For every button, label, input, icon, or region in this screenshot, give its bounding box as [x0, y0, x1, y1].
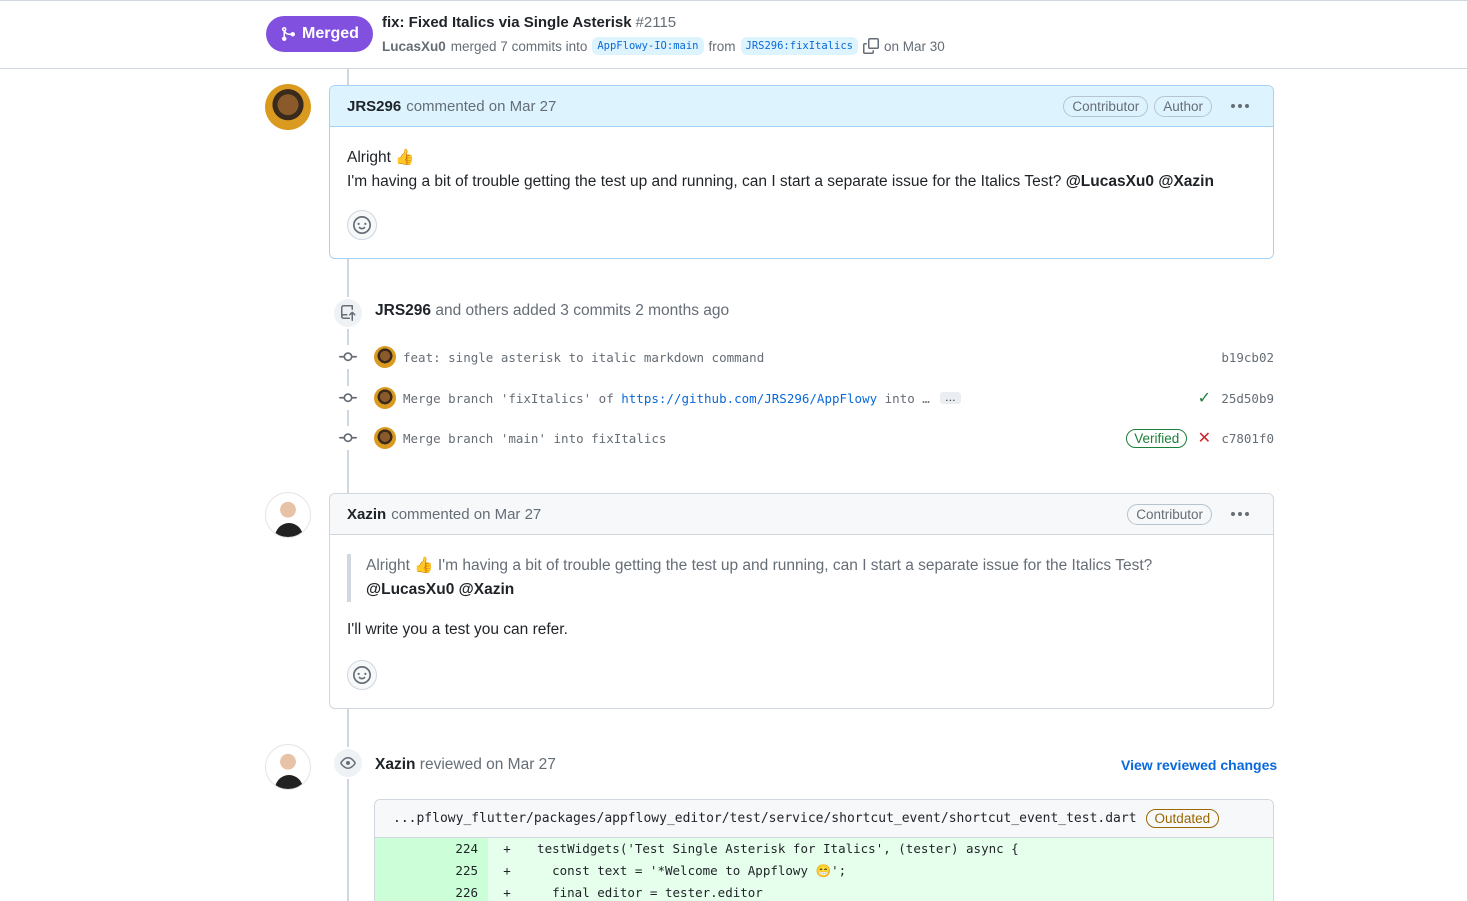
commit-sha-link[interactable]: b19cb02: [1221, 350, 1274, 365]
kebab-menu-icon[interactable]: [1224, 95, 1256, 117]
comment-xazin: Xazin commented on Mar 27 Contributor Al…: [329, 493, 1274, 709]
commit-message-link[interactable]: Merge branch 'main' into fixItalics: [403, 431, 666, 446]
avatar[interactable]: [374, 387, 396, 409]
comment-timestamp[interactable]: commented on Mar 27: [391, 506, 541, 523]
comment-jrs296: JRS296 commented on Mar 27 Contributor A…: [329, 85, 1274, 259]
review-diff: ...pflowy_flutter/packages/appflowy_edit…: [374, 799, 1274, 901]
avatar[interactable]: [374, 346, 396, 368]
commit-url-link[interactable]: https://github.com/JRS296/AppFlowy: [621, 391, 877, 406]
diff-code: const text = '*Welcome to Appflowy 😁';: [522, 863, 847, 878]
pr-title-text: fix: Fixed Italics via Single Asterisk: [382, 14, 632, 31]
review-event-badge: [332, 747, 364, 779]
thumbs-up-emoji: 👍: [395, 149, 415, 166]
comment-body: Alright 👍 I'm having a bit of trouble ge…: [330, 127, 1273, 194]
avatar[interactable]: [374, 427, 396, 449]
git-commit-icon: [336, 345, 360, 369]
commit-message-prefix[interactable]: Merge branch 'fixItalics' of: [403, 391, 621, 406]
merge-date: on Mar 30: [883, 38, 945, 54]
diff-sign: +: [503, 841, 511, 856]
head-branch-link[interactable]: JRS296:fixItalics: [740, 37, 858, 55]
comment-timestamp[interactable]: commented on Mar 27: [406, 98, 556, 115]
smiley-icon: [353, 666, 371, 684]
diff-file-path[interactable]: ...pflowy_flutter/packages/appflowy_edit…: [393, 811, 1137, 826]
commit-message-link[interactable]: feat: single asterisk to italic markdown…: [403, 350, 764, 365]
add-reaction-button[interactable]: [347, 660, 377, 690]
repo-push-icon: [341, 305, 356, 321]
merged-text: merged 7 commits into: [450, 38, 588, 54]
diff-file-header: ...pflowy_flutter/packages/appflowy_edit…: [375, 800, 1273, 838]
pr-sticky-header: Merged fix: Fixed Italics via Single Ast…: [0, 0, 1467, 69]
commit-row: feat: single asterisk to italic markdown…: [336, 342, 1274, 372]
comment-author-link[interactable]: JRS296: [347, 98, 401, 115]
diff-sign: +: [503, 863, 511, 878]
pr-merge-summary: LucasXu0 merged 7 commits into AppFlowy-…: [382, 37, 945, 55]
diff-line: 226 + final editor = tester.editor: [375, 882, 1273, 901]
diff-line: 225 + const text = '*Welcome to Appflowy…: [375, 860, 1273, 882]
commit-row: Merge branch 'main' into fixItalics Veri…: [336, 423, 1274, 453]
commits-summary: JRS296 and others added 3 commits 2 mont…: [375, 302, 729, 320]
diff-code: final editor = tester.editor: [522, 885, 763, 900]
base-branch-link[interactable]: AppFlowy-IO:main: [592, 37, 704, 55]
review-author-link[interactable]: Xazin: [375, 756, 415, 773]
verified-badge[interactable]: Verified: [1126, 428, 1188, 448]
contributor-badge: Contributor: [1127, 503, 1212, 525]
mentions[interactable]: @LucasXu0 @Xazin: [1066, 173, 1214, 190]
git-commit-icon: [336, 426, 360, 450]
contributor-badge: Contributor: [1063, 95, 1149, 117]
reply-text: I'll write you a test you can refer.: [347, 621, 568, 638]
merged-status-label: Merged: [302, 25, 359, 42]
commits-event-badge: [332, 297, 364, 329]
x-icon[interactable]: ✕: [1197, 428, 1211, 448]
smiley-icon: [353, 216, 371, 234]
merger-link[interactable]: LucasXu0: [382, 39, 446, 54]
commit-sha-link[interactable]: c7801f0: [1221, 431, 1274, 446]
commit-message[interactable]: Merge branch 'fixItalics' of https://git…: [403, 391, 930, 406]
expand-commit-message-button[interactable]: …: [939, 392, 961, 404]
check-icon[interactable]: ✓: [1197, 388, 1211, 408]
from-text: from: [708, 38, 736, 54]
thumbs-up-emoji: 👍: [414, 557, 434, 574]
avatar[interactable]: [265, 84, 311, 130]
avatar[interactable]: [265, 744, 311, 790]
outdated-badge: Outdated: [1145, 809, 1220, 828]
diff-sign: +: [503, 885, 511, 900]
eye-icon: [340, 757, 356, 769]
review-summary: Xazin reviewed on Mar 27: [375, 756, 556, 774]
merged-status-badge: Merged: [266, 16, 373, 52]
copy-icon[interactable]: [862, 38, 879, 54]
line-number[interactable]: 225: [375, 860, 488, 882]
kebab-menu-icon[interactable]: [1224, 503, 1256, 525]
comment-body: Alright 👍 I'm having a bit of trouble ge…: [330, 535, 1273, 642]
line-number[interactable]: 226: [375, 882, 488, 901]
add-reaction-button[interactable]: [347, 210, 377, 240]
diff-code: testWidgets('Test Single Asterisk for It…: [522, 841, 1019, 856]
view-reviewed-changes-link[interactable]: View reviewed changes: [1121, 757, 1277, 773]
pr-number: #2115: [635, 14, 677, 31]
quote-text: Alright: [366, 557, 410, 574]
commit-sha-link[interactable]: 25d50b9: [1221, 391, 1274, 406]
comment-text: I'm having a bit of trouble getting the …: [347, 173, 1062, 190]
pr-title: fix: Fixed Italics via Single Asterisk #2…: [382, 14, 676, 31]
commit-row: Merge branch 'fixItalics' of https://git…: [336, 383, 1274, 413]
commits-summary-text: and others added 3 commits 2 months ago: [435, 302, 730, 319]
comment-header: JRS296 commented on Mar 27 Contributor A…: [330, 86, 1273, 127]
comment-header: Xazin commented on Mar 27 Contributor: [330, 494, 1273, 535]
review-timestamp[interactable]: reviewed on Mar 27: [420, 756, 556, 773]
comment-author-link[interactable]: Xazin: [347, 506, 386, 523]
avatar[interactable]: [265, 492, 311, 538]
commits-author-link[interactable]: JRS296: [375, 302, 431, 319]
git-commit-icon: [336, 386, 360, 410]
blockquote: Alright 👍 I'm having a bit of trouble ge…: [347, 554, 1256, 602]
comment-text: Alright: [347, 149, 391, 166]
commit-message-suffix[interactable]: into …: [877, 391, 930, 406]
git-merge-icon: [282, 27, 296, 41]
quote-text: I'm having a bit of trouble getting the …: [437, 557, 1153, 574]
mentions[interactable]: @LucasXu0 @Xazin: [366, 581, 514, 598]
line-number[interactable]: 224: [375, 838, 488, 860]
diff-line: 224 + testWidgets('Test Single Asterisk …: [375, 838, 1273, 860]
author-badge: Author: [1154, 95, 1212, 117]
